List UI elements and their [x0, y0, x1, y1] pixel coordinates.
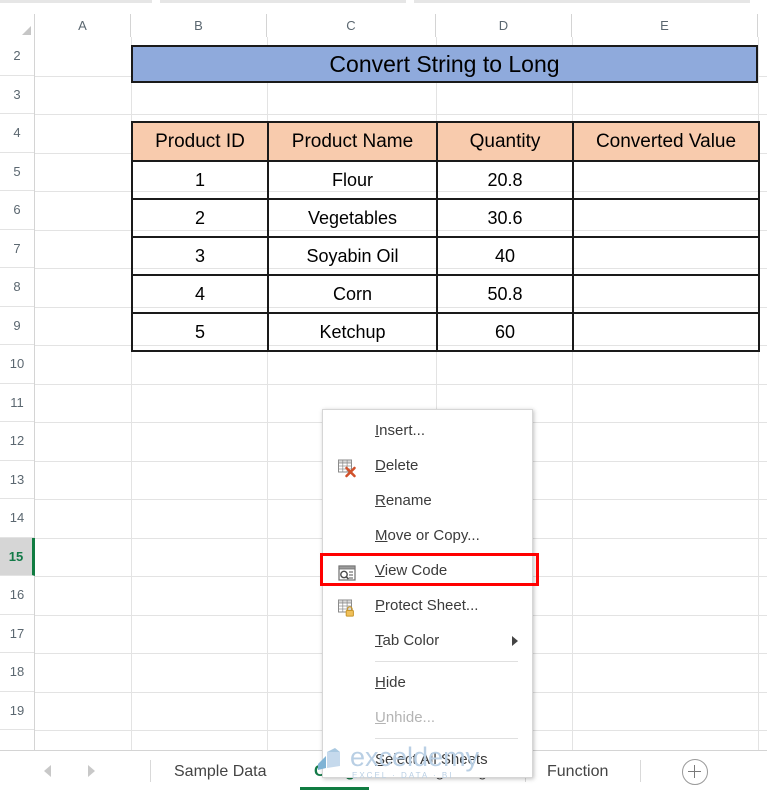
column-header-a[interactable]: A	[35, 14, 131, 37]
previous-sheet-arrow-icon[interactable]	[44, 765, 51, 777]
sheet-tab-context-menu[interactable]: Insert... Delete Rename Move or Copy... View…	[322, 409, 533, 778]
cell-product-name[interactable]: Flour	[267, 160, 438, 200]
column-header-b[interactable]: B	[131, 14, 267, 37]
row-header-18[interactable]: 18	[0, 653, 34, 692]
grid-line	[35, 383, 767, 385]
tab-divider	[640, 760, 641, 782]
cell-product-name[interactable]: Vegetables	[267, 198, 438, 238]
menu-item-select-all-sheets[interactable]: Select All Sheets	[323, 742, 532, 777]
view-code-icon	[337, 561, 357, 581]
column-header-e[interactable]: E	[572, 14, 758, 37]
select-all-triangle-icon	[22, 26, 31, 35]
cell-converted-value[interactable]	[572, 160, 760, 200]
menu-item-label: Select All Sheets	[375, 751, 488, 768]
menu-separator	[375, 661, 518, 662]
cell-converted-value[interactable]	[572, 236, 760, 276]
menu-item-hide[interactable]: Hide	[323, 665, 532, 700]
cell-quantity[interactable]: 30.6	[436, 198, 574, 238]
cell-product-name[interactable]: Corn	[267, 274, 438, 314]
menu-item-rename[interactable]: Rename	[323, 483, 532, 518]
cell-product-name[interactable]: Soyabin Oil	[267, 236, 438, 276]
menu-item-label: Hide	[375, 674, 406, 691]
menu-item-delete[interactable]: Delete	[323, 448, 532, 483]
column-head-product-id[interactable]: Product ID	[131, 121, 269, 162]
column-head-quantity[interactable]: Quantity	[436, 121, 574, 162]
product-data-table[interactable]: Product ID Product Name Quantity Convert…	[131, 121, 760, 352]
cell-product-id[interactable]: 1	[131, 160, 269, 200]
cell-converted-value[interactable]	[572, 274, 760, 314]
column-header-d[interactable]: D	[436, 14, 572, 37]
row-header-14[interactable]: 14	[0, 499, 34, 538]
sheet-tab-sample-data[interactable]: Sample Data	[160, 757, 281, 790]
menu-item-label: Move or Copy...	[375, 527, 480, 544]
table-row[interactable]: 2 Vegetables 30.6	[131, 198, 760, 238]
cell-converted-value[interactable]	[572, 312, 760, 352]
row-header-9[interactable]: 9	[0, 306, 34, 345]
row-header-6[interactable]: 6	[0, 191, 34, 230]
table-header-row: Product ID Product Name Quantity Convert…	[131, 121, 760, 162]
cell-quantity[interactable]: 20.8	[436, 160, 574, 200]
menu-item-protect-sheet[interactable]: Protect Sheet...	[323, 588, 532, 623]
column-header-c[interactable]: C	[267, 14, 436, 37]
cell-product-id[interactable]: 5	[131, 312, 269, 352]
row-header-8[interactable]: 8	[0, 268, 34, 307]
menu-item-move-or-copy[interactable]: Move or Copy...	[323, 518, 532, 553]
row-header-13[interactable]: 13	[0, 460, 34, 499]
menu-item-unhide: Unhide...	[323, 700, 532, 735]
column-head-converted-value[interactable]: Converted Value	[572, 121, 760, 162]
menu-item-label: Insert...	[375, 422, 426, 439]
sheet-tab-function[interactable]: Function	[533, 757, 622, 790]
menu-item-tab-color[interactable]: Tab Color	[323, 623, 532, 658]
row-header-5[interactable]: 5	[0, 152, 34, 191]
add-sheet-button[interactable]	[682, 759, 708, 785]
select-all-corner[interactable]	[0, 14, 35, 37]
row-header-2[interactable]: 2	[0, 37, 34, 76]
row-header-3[interactable]: 3	[0, 75, 34, 114]
row-header-19[interactable]: 19	[0, 691, 34, 730]
menu-item-view-code[interactable]: View Code	[323, 553, 532, 588]
cell-product-id[interactable]: 4	[131, 274, 269, 314]
delete-sheet-icon	[337, 456, 357, 478]
menu-item-label: Rename	[375, 492, 432, 509]
menu-item-insert[interactable]: Insert...	[323, 413, 532, 448]
menu-item-label: Delete	[375, 457, 419, 474]
cell-quantity[interactable]: 60	[436, 312, 574, 352]
protect-sheet-icon	[337, 596, 357, 617]
table-row[interactable]: 3 Soyabin Oil 40	[131, 236, 760, 276]
row-header-4[interactable]: 4	[0, 114, 34, 153]
table-row[interactable]: 5 Ketchup 60	[131, 312, 760, 352]
cell-product-name[interactable]: Ketchup	[267, 312, 438, 352]
grid-line	[35, 114, 767, 115]
cell-product-id[interactable]: 2	[131, 198, 269, 238]
row-header-16[interactable]: 16	[0, 576, 34, 615]
menu-item-label: Tab Color	[375, 632, 440, 649]
row-header-17[interactable]: 17	[0, 614, 34, 653]
menu-separator	[375, 738, 518, 739]
row-header-bar: 2 3 4 5 6 7 8 9 10 11 12 13 14 15 16 17 18 19	[0, 37, 35, 751]
row-header-15[interactable]: 15	[0, 537, 35, 576]
row-header-10[interactable]: 10	[0, 345, 34, 384]
tab-divider	[150, 760, 151, 782]
table-row[interactable]: 1 Flour 20.8	[131, 160, 760, 200]
next-sheet-arrow-icon[interactable]	[88, 765, 95, 777]
cell-product-id[interactable]: 3	[131, 236, 269, 276]
column-header-bar: A B C D E	[0, 14, 767, 38]
column-head-product-name[interactable]: Product Name	[267, 121, 438, 162]
cell-quantity[interactable]: 50.8	[436, 274, 574, 314]
cell-converted-value[interactable]	[572, 198, 760, 238]
table-row[interactable]: 4 Corn 50.8	[131, 274, 760, 314]
submenu-arrow-icon	[512, 636, 518, 646]
menu-item-label: View Code	[375, 562, 448, 579]
worksheet-top-strip	[0, 0, 767, 15]
sheet-navigation-arrows[interactable]	[26, 761, 132, 783]
cell-quantity[interactable]: 40	[436, 236, 574, 276]
menu-item-label: Protect Sheet...	[375, 597, 479, 614]
row-header-12[interactable]: 12	[0, 422, 34, 461]
worksheet-title-banner[interactable]: Convert String to Long	[131, 45, 758, 83]
row-header-7[interactable]: 7	[0, 229, 34, 268]
plus-circle-icon	[682, 759, 708, 785]
row-header-11[interactable]: 11	[0, 383, 34, 422]
menu-item-label: Unhide...	[375, 709, 436, 726]
